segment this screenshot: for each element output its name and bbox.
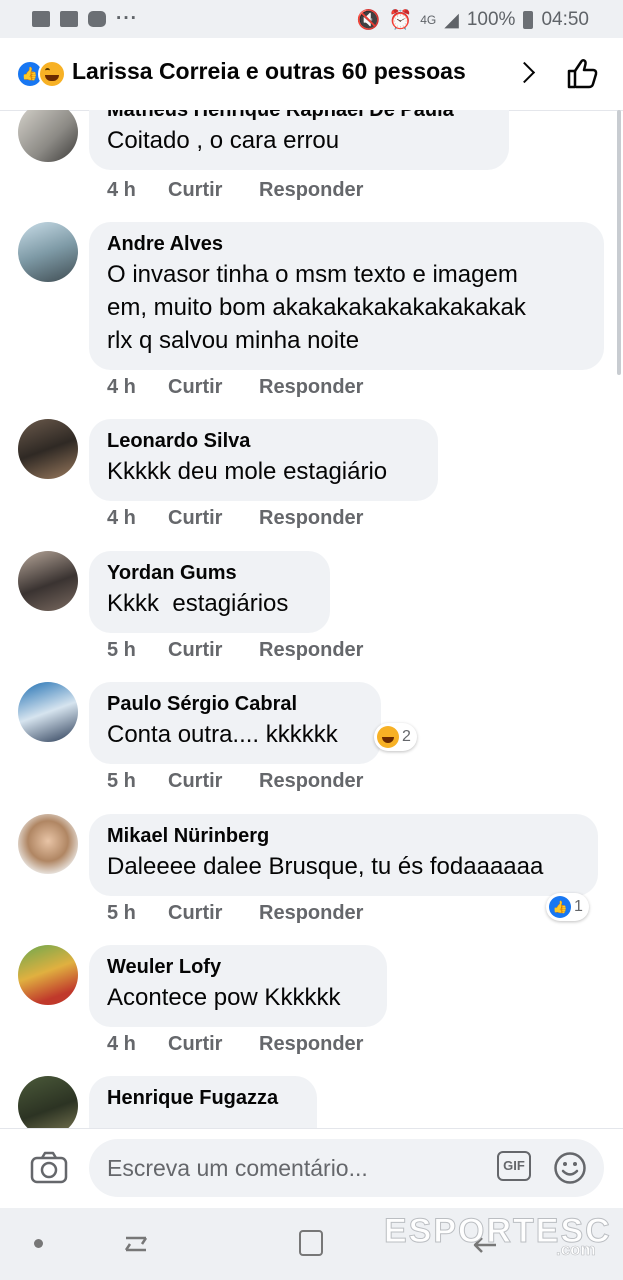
reaction-count: 1 — [574, 898, 583, 915]
comment-actions: 4 h Curtir Responder — [107, 179, 363, 202]
comment-bubble[interactable]: Mikael Nürinberg Daleeee dalee Brusque, … — [89, 814, 598, 896]
comment-time: 4 h — [107, 179, 136, 201]
comment-bubble[interactable]: Matheus Henrique Raphael De Paula Coitad… — [89, 110, 509, 170]
chevron-right-icon[interactable] — [513, 61, 536, 84]
comment-actions: 4 h Curtir Responder — [107, 507, 363, 530]
network-type: 4G — [420, 13, 437, 27]
comment-bubble[interactable]: Andre Alves O invasor tinha o msm texto … — [89, 222, 604, 370]
like-button[interactable]: Curtir — [168, 639, 259, 662]
like-thumb-icon[interactable] — [566, 56, 600, 90]
comment-time: 5 h — [107, 639, 136, 661]
author-name[interactable]: Yordan Gums — [107, 561, 312, 585]
comment-input[interactable]: Escreva um comentário... GIF — [89, 1139, 604, 1197]
alarm-icon: ⏰ — [388, 10, 413, 31]
like-button[interactable]: Curtir — [168, 902, 259, 925]
clock: 04:50 — [541, 9, 589, 30]
comment-time: 4 h — [107, 1033, 136, 1055]
scrollbar[interactable] — [617, 110, 621, 375]
battery-level: 100% — [466, 9, 516, 30]
signal-icon: ◢ — [444, 9, 459, 31]
avatar[interactable] — [18, 551, 78, 611]
comment-time: 4 h — [107, 376, 136, 398]
watermark-domain: .com — [556, 1240, 596, 1260]
comment-time: 5 h — [107, 770, 136, 792]
reply-button[interactable]: Responder — [259, 639, 363, 662]
author-name[interactable]: Matheus Henrique Raphael De Paula — [107, 110, 491, 122]
comment-actions: 4 h Curtir Responder — [107, 376, 363, 399]
reply-button[interactable]: Responder — [259, 179, 363, 202]
author-name[interactable]: Andre Alves — [107, 232, 586, 256]
avatar[interactable] — [18, 419, 78, 479]
comment-text: Acontece pow Kkkkkk — [107, 984, 341, 1011]
status-bar: ··· 🔇 ⏰ 4G ◢ 100% 04:50 — [0, 0, 623, 38]
haha-reaction-icon — [377, 726, 399, 748]
nav-indicator-icon[interactable] — [34, 1239, 43, 1248]
author-name[interactable]: Leonardo Silva — [107, 429, 420, 453]
like-button[interactable]: Curtir — [168, 376, 259, 399]
mail-icon — [60, 11, 78, 27]
comment-text: Coitado , o cara errou — [107, 127, 340, 154]
avatar[interactable] — [18, 945, 78, 1005]
avatar[interactable] — [18, 682, 78, 742]
gallery-icon — [32, 11, 50, 27]
comment-time: 5 h — [107, 902, 136, 924]
comment-text: Kkkkk deu mole estagiário — [107, 458, 388, 485]
comment-time: 4 h — [107, 507, 136, 529]
reply-button[interactable]: Responder — [259, 1033, 363, 1056]
avatar[interactable] — [18, 222, 78, 282]
comments-list[interactable]: Matheus Henrique Raphael De Paula Coitad… — [0, 110, 623, 1128]
mute-icon: 🔇 — [356, 10, 381, 31]
comment-bubble[interactable]: Paulo Sérgio Cabral Conta outra.... kkkk… — [89, 682, 381, 764]
battery-icon — [523, 11, 534, 29]
author-name[interactable]: Henrique Fugazza — [107, 1086, 299, 1110]
avatar[interactable] — [18, 814, 78, 874]
comment-actions: 5 h Curtir Responder — [107, 639, 363, 662]
comment-actions: 4 h Curtir Responder — [107, 1033, 363, 1056]
like-button[interactable]: Curtir — [168, 507, 259, 530]
like-reaction-icon: 👍 — [549, 896, 571, 918]
reactions-title[interactable]: Larissa Correia e outras 60 pessoas — [72, 58, 466, 85]
author-name[interactable]: Paulo Sérgio Cabral — [107, 692, 363, 716]
reaction-badge[interactable]: 👍 1 — [546, 893, 589, 921]
comment-text: Kkkk estagiários — [107, 590, 289, 617]
author-name[interactable]: Mikael Nürinberg — [107, 824, 580, 848]
camera-icon[interactable] — [30, 1151, 68, 1185]
reactions-header[interactable]: 👍 Larissa Correia e outras 60 pessoas — [0, 38, 623, 111]
reaction-badge[interactable]: 2 — [374, 723, 417, 751]
comment-bubble[interactable]: Henrique Fugazza — [89, 1076, 317, 1128]
comment-text: O invasor tinha o msm texto e imagem em,… — [107, 261, 526, 354]
like-button[interactable]: Curtir — [168, 179, 259, 202]
like-button[interactable]: Curtir — [168, 770, 259, 793]
reaction-summary: 👍 — [16, 60, 68, 88]
comment-bubble[interactable]: Yordan Gums Kkkk estagiários — [89, 551, 330, 633]
emoji-icon[interactable] — [553, 1151, 587, 1185]
comment-composer: Escreva um comentário... GIF — [0, 1128, 623, 1209]
comment-text: Daleeee dalee Brusque, tu és fodaaaaaa — [107, 853, 544, 880]
more-notifications-icon: ··· — [116, 8, 138, 29]
comment-actions: 5 h Curtir Responder — [107, 770, 363, 793]
like-button[interactable]: Curtir — [168, 1033, 259, 1056]
reply-button[interactable]: Responder — [259, 770, 363, 793]
haha-reaction-icon — [38, 60, 66, 88]
author-name[interactable]: Weuler Lofy — [107, 955, 369, 979]
comment-input-placeholder: Escreva um comentário... — [107, 1155, 368, 1181]
comment-actions: 5 h Curtir Responder — [107, 902, 363, 925]
home-icon[interactable] — [299, 1230, 323, 1256]
comment-bubble[interactable]: Weuler Lofy Acontece pow Kkkkkk — [89, 945, 387, 1027]
comment-bubble[interactable]: Leonardo Silva Kkkkk deu mole estagiário — [89, 419, 438, 501]
avatar[interactable] — [18, 110, 78, 162]
comment-text: Conta outra.... kkkkkk — [107, 721, 338, 748]
reply-button[interactable]: Responder — [259, 902, 363, 925]
avatar[interactable] — [18, 1076, 78, 1128]
gif-icon[interactable]: GIF — [497, 1151, 531, 1181]
recent-apps-icon[interactable] — [122, 1232, 150, 1256]
instagram-icon — [88, 11, 106, 27]
reply-button[interactable]: Responder — [259, 376, 363, 399]
reply-button[interactable]: Responder — [259, 507, 363, 530]
reaction-count: 2 — [402, 728, 411, 745]
